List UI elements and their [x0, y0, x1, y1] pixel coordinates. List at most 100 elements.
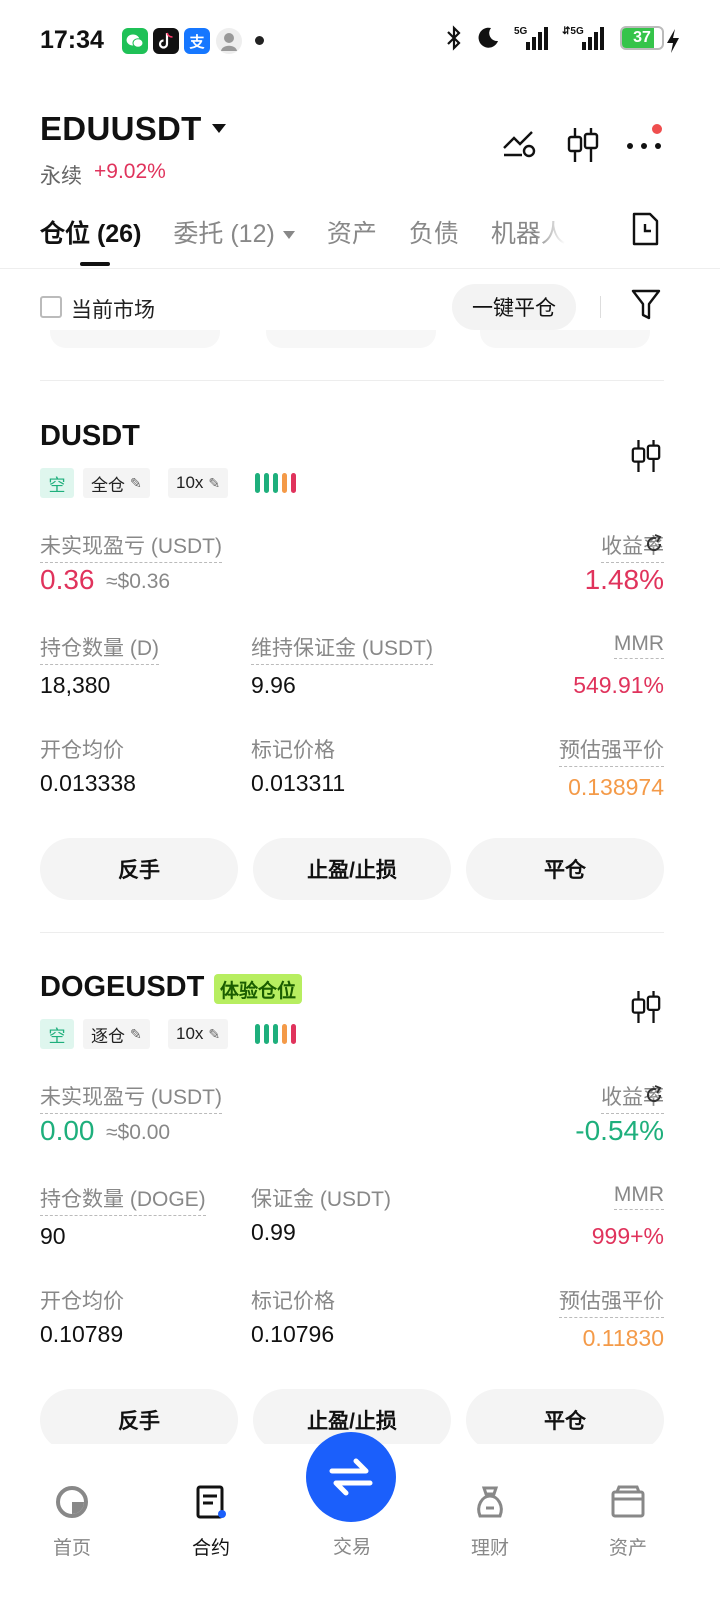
scrolled-button-remnant [50, 330, 220, 348]
wechat-icon [122, 28, 148, 54]
leverage-tag[interactable]: 10x ✎ [168, 1019, 229, 1049]
leverage-label: 10x [176, 1024, 204, 1043]
signal-5g-icon: 5G [514, 26, 548, 50]
swap-icon [329, 1458, 373, 1496]
mark-price-value: 0.10796 [251, 1321, 335, 1347]
maintenance-margin-label[interactable]: 维持保证金 (USDT) [251, 632, 433, 665]
nav-trade-label: 交易 [332, 1537, 371, 1558]
divider [40, 380, 664, 381]
nav-futures[interactable]: 合约 [161, 1484, 261, 1560]
reverse-button[interactable]: 反手 [40, 1389, 238, 1451]
wallet-icon [611, 1485, 645, 1518]
quantity-label[interactable]: 持仓数量 (DOGE) [40, 1183, 206, 1216]
nav-assets[interactable]: 资产 [578, 1484, 678, 1560]
position-card: DOGEUSDT 体验仓位 空 逐仓 ✎ 10x ✎ 未实现盈亏 (USDT) 收益… [40, 971, 664, 1451]
candlestick-icon[interactable] [566, 126, 600, 164]
moon-icon [478, 27, 498, 48]
scrolled-button-remnant [480, 330, 650, 348]
margin-mode-tag[interactable]: 全仓 ✎ [83, 468, 150, 498]
mmr-value: 549.91% [573, 672, 664, 698]
trade-button[interactable] [306, 1432, 396, 1522]
leverage-label: 10x [176, 473, 204, 492]
contract-type: 永续 [40, 165, 82, 188]
chevron-down-icon[interactable] [212, 124, 226, 133]
scrolled-button-remnant [266, 330, 436, 348]
liquidation-price-value: 0.138974 [568, 774, 664, 800]
bluetooth-icon [447, 25, 461, 51]
trial-position-badge: 体验仓位 [214, 974, 303, 1004]
quantity-label[interactable]: 持仓数量 (D) [40, 632, 159, 665]
notification-badge [652, 124, 662, 134]
mark-price-label: 标记价格 [251, 739, 335, 762]
nav-earn[interactable]: 理财 [440, 1484, 540, 1560]
edit-icon: ✎ [130, 1025, 142, 1042]
earn-icon [477, 1486, 503, 1518]
liquidation-price-label[interactable]: 预估强平价 [559, 1285, 664, 1318]
edit-icon: ✎ [130, 474, 142, 491]
edit-icon: ✎ [208, 1025, 221, 1042]
mmr-label[interactable]: MMR [613, 1183, 664, 1210]
position-card: DUSDT 空 全仓 ✎ 10x ✎ 未实现盈亏 (USDT) 收益率 0.36 ≈… [40, 420, 664, 910]
close-all-button[interactable]: 一键平仓 [452, 284, 576, 330]
close-position-button[interactable]: 平仓 [466, 838, 664, 900]
home-icon [56, 1486, 88, 1518]
charging-icon [667, 29, 679, 53]
unrealized-pnl-label[interactable]: 未实现盈亏 (USDT) [40, 530, 222, 563]
nav-home-label: 首页 [52, 1538, 91, 1559]
refresh-icon[interactable] [644, 534, 664, 554]
quantity-value: 90 [40, 1223, 66, 1249]
margin-mode-label: 全仓 [91, 475, 125, 495]
battery-icon: 37 [620, 26, 664, 50]
candlestick-icon[interactable] [630, 989, 662, 1025]
signal-5g-icon: ⇵5G [562, 26, 604, 50]
more-icon[interactable] [626, 142, 662, 150]
margin-label: 保证金 (USDT) [251, 1188, 391, 1211]
tab-bots[interactable]: 机器人 [491, 214, 565, 250]
edit-icon: ✎ [208, 474, 221, 491]
close-position-button[interactable]: 平仓 [466, 1389, 664, 1451]
position-symbol[interactable]: DOGEUSDT [40, 971, 204, 1004]
svg-text:5G: 5G [514, 26, 528, 37]
price-change: +9.02% [94, 160, 166, 183]
reverse-button[interactable]: 反手 [40, 838, 238, 900]
tab-liabilities[interactable]: 负债 [409, 214, 459, 250]
margin-value: 0.99 [251, 1219, 296, 1245]
mmr-label[interactable]: MMR [613, 632, 664, 659]
entry-price-value: 0.10789 [40, 1321, 124, 1347]
history-icon[interactable] [630, 212, 660, 246]
filter-icon[interactable] [630, 288, 662, 322]
symbol-selector[interactable]: EDUUSDT [40, 110, 202, 148]
tp-sl-button[interactable]: 止盈/止损 [253, 838, 451, 900]
current-market-label[interactable]: 当前市场 [71, 294, 155, 324]
side-tag: 空 [40, 468, 74, 498]
maintenance-margin-value: 9.96 [251, 672, 296, 698]
position-tabs: 仓位 (26) 委托 (12) 资产 负债 机器人 [40, 212, 597, 252]
strategy-icon[interactable] [502, 126, 538, 160]
tab-assets[interactable]: 资产 [327, 214, 377, 250]
liquidation-price-value: 0.11830 [582, 1325, 664, 1351]
margin-mode-label: 逐仓 [91, 1026, 125, 1046]
roe-value: 1.48% [584, 564, 664, 595]
notification-dot [255, 36, 264, 45]
current-market-checkbox[interactable] [40, 296, 62, 318]
unrealized-pnl-label[interactable]: 未实现盈亏 (USDT) [40, 1081, 222, 1114]
entry-price-value: 0.013338 [40, 770, 136, 796]
divider [0, 268, 720, 269]
candlestick-icon[interactable] [630, 438, 662, 474]
refresh-icon[interactable] [644, 1085, 664, 1105]
futures-icon [196, 1485, 226, 1519]
side-tag: 空 [40, 1019, 74, 1049]
chevron-down-icon [282, 231, 295, 240]
tab-orders[interactable]: 委托 (12) [173, 214, 295, 250]
nav-home[interactable]: 首页 [22, 1484, 122, 1560]
tab-positions[interactable]: 仓位 (26) [40, 214, 141, 250]
nav-earn-label: 理财 [470, 1538, 509, 1559]
liquidation-price-label[interactable]: 预估强平价 [559, 734, 664, 767]
margin-mode-tag[interactable]: 逐仓 ✎ [83, 1019, 150, 1049]
status-time: 17:34 [40, 26, 104, 54]
entry-price-label: 开仓均价 [40, 1290, 124, 1313]
avatar-icon [216, 28, 242, 54]
leverage-tag[interactable]: 10x ✎ [168, 468, 229, 498]
alipay-icon: 支 [184, 28, 210, 54]
position-symbol[interactable]: DUSDT [40, 420, 140, 453]
